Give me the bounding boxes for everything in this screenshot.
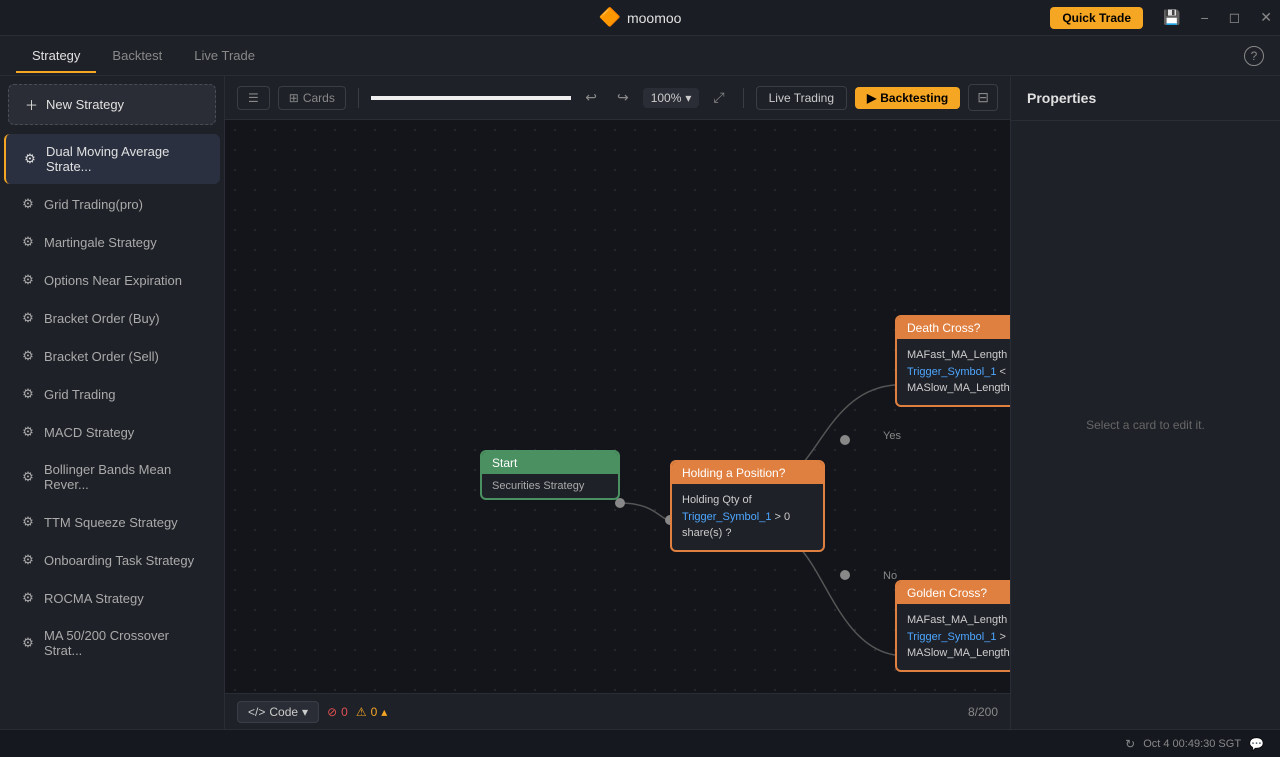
sidebar-item-ttm[interactable]: ⚙ TTM Squeeze Strategy (4, 504, 220, 540)
connections-svg (225, 120, 1010, 693)
new-strategy-button[interactable]: ＋ New Strategy (8, 84, 216, 125)
properties-panel: Properties Select a card to edit it. (1010, 76, 1280, 729)
statusbar: ↻ Oct 4 00:49:30 SGT 💬 (0, 729, 1280, 757)
strategy-icon: ⚙ (20, 635, 36, 651)
strategy-icon: ⚙ (20, 386, 36, 402)
app-logo: 🔶 moomoo (599, 7, 682, 28)
undo-button[interactable]: ↩ (579, 85, 603, 110)
canvas-area: ☰ ⊞ Cards ↩ ↪ 100% ▾ ⤢ Live Trading ▶ Ba… (225, 76, 1010, 729)
layout-view-button[interactable]: ☰ (237, 86, 270, 110)
start-node-body: Securities Strategy (482, 474, 618, 498)
no-label-bottom: No (883, 570, 897, 582)
logo-icon: 🔶 (599, 7, 621, 28)
chat-icon: 💬 (1249, 737, 1264, 751)
sidebar-item-onboarding[interactable]: ⚙ Onboarding Task Strategy (4, 542, 220, 578)
sidebar-item-bracket-sell[interactable]: ⚙ Bracket Order (Sell) (4, 338, 220, 374)
cards-view-button[interactable]: ⊞ Cards (278, 86, 346, 110)
golden-cross-header: Golden Cross? (897, 582, 1010, 604)
bottom-bar: </> Code ▾ ⊘ 0 ⚠ 0 ▴ 8/200 (225, 693, 1010, 729)
backtesting-button[interactable]: ▶ Backtesting (855, 87, 960, 109)
warning-icon: ⚠ (356, 705, 367, 719)
live-trading-button[interactable]: Live Trading (756, 86, 847, 110)
sidebar-item-martingale[interactable]: ⚙ Martingale Strategy (4, 224, 220, 260)
toolbar-separator-1 (358, 88, 359, 108)
sidebar: ＋ New Strategy ⚙ Dual Moving Average Str… (0, 76, 225, 729)
strategy-icon: ⚙ (22, 151, 38, 167)
strategy-icon: ⚙ (20, 552, 36, 568)
strategy-icon: ⚙ (20, 272, 36, 288)
golden-cross-node[interactable]: Golden Cross? MAFast_MA_Length (1D) of T… (895, 580, 1010, 672)
grid-view-button[interactable]: ⊟ (968, 84, 998, 111)
cards-icon: ⊞ (289, 91, 299, 105)
chevron-down-icon: ▾ (685, 91, 691, 105)
code-icon: </> (248, 705, 265, 719)
yes-label-top: Yes (883, 430, 901, 442)
play-icon: ▶ (867, 91, 876, 105)
death-cross-header: Death Cross? (897, 317, 1010, 339)
plus-icon: ＋ (25, 95, 38, 114)
fullscreen-button[interactable]: ⤢ (707, 85, 730, 110)
strategy-icon: ⚙ (20, 514, 36, 530)
strategy-icon: ⚙ (20, 234, 36, 250)
death-cross-node[interactable]: Death Cross? MAFast_MA_Length (1D) of Tr… (895, 315, 1010, 407)
restore-button[interactable]: ◻ (1221, 5, 1249, 30)
code-button[interactable]: </> Code ▾ (237, 701, 319, 723)
tab-backtest[interactable]: Backtest (96, 40, 178, 73)
start-node[interactable]: Start Securities Strategy (480, 450, 620, 500)
strategy-icon: ⚙ (20, 469, 36, 485)
holding-node-body: Holding Qty of Trigger_Symbol_1 > 0 shar… (672, 484, 823, 550)
holding-node-header: Holding a Position? (672, 462, 823, 484)
error-icon: ⊘ (327, 705, 337, 719)
sidebar-item-bollinger[interactable]: ⚙ Bollinger Bands Mean Rever... (4, 452, 220, 502)
sidebar-item-grid-pro[interactable]: ⚙ Grid Trading(pro) (4, 186, 220, 222)
share-icon-button[interactable]: 💾 (1155, 5, 1188, 30)
tab-strategy[interactable]: Strategy (16, 40, 96, 73)
quick-trade-button[interactable]: Quick Trade (1050, 7, 1143, 29)
canvas-toolbar: ☰ ⊞ Cards ↩ ↪ 100% ▾ ⤢ Live Trading ▶ Ba… (225, 76, 1010, 120)
help-button[interactable]: ? (1244, 46, 1264, 66)
titlebar: 🔶 moomoo Quick Trade 💾 − ◻ ✕ (0, 0, 1280, 36)
page-count: 8/200 (968, 705, 998, 719)
properties-title: Properties (1011, 76, 1280, 121)
strategy-icon: ⚙ (20, 424, 36, 440)
sidebar-item-options-near[interactable]: ⚙ Options Near Expiration (4, 262, 220, 298)
sidebar-item-ma50[interactable]: ⚙ MA 50/200 Crossover Strat... (4, 618, 220, 668)
strategy-icon: ⚙ (20, 348, 36, 364)
minimize-button[interactable]: − (1192, 6, 1216, 30)
strategy-icon: ⚙ (20, 196, 36, 212)
golden-cross-body: MAFast_MA_Length (1D) of Trigger_Symbol_… (897, 604, 1010, 670)
tabbar: Strategy Backtest Live Trade ? (0, 36, 1280, 76)
titlebar-actions: Quick Trade 💾 − ◻ ✕ (1050, 0, 1280, 35)
start-node-header: Start (482, 452, 618, 474)
toolbar-separator-2 (743, 88, 744, 108)
status-datetime: Oct 4 00:49:30 SGT (1143, 738, 1241, 750)
main-layout: ＋ New Strategy ⚙ Dual Moving Average Str… (0, 76, 1280, 729)
sidebar-item-dual-moving[interactable]: ⚙ Dual Moving Average Strate... (4, 134, 220, 184)
strategy-icon: ⚙ (20, 310, 36, 326)
sidebar-item-macd[interactable]: ⚙ MACD Strategy (4, 414, 220, 450)
properties-empty-state: Select a card to edit it. (1011, 121, 1280, 729)
zoom-control[interactable]: 100% ▾ (643, 88, 700, 108)
sidebar-item-rocma[interactable]: ⚙ ROCMA Strategy (4, 580, 220, 616)
expand-icon: ▴ (381, 705, 387, 719)
sidebar-item-grid-trading[interactable]: ⚙ Grid Trading (4, 376, 220, 412)
flow-canvas[interactable]: Yes No Yes Yes Start Securities Strategy… (225, 120, 1010, 693)
tab-live-trade[interactable]: Live Trade (178, 40, 271, 73)
holding-node[interactable]: Holding a Position? Holding Qty of Trigg… (670, 460, 825, 552)
sidebar-item-bracket-buy[interactable]: ⚙ Bracket Order (Buy) (4, 300, 220, 336)
layout-icon: ☰ (248, 91, 259, 105)
strategy-icon: ⚙ (20, 590, 36, 606)
error-badge: ⊘ 0 (327, 705, 348, 719)
death-cross-body: MAFast_MA_Length (1D) of Trigger_Symbol_… (897, 339, 1010, 405)
redo-button[interactable]: ↪ (611, 85, 635, 110)
chevron-down-icon: ▾ (302, 705, 308, 719)
refresh-icon: ↻ (1125, 737, 1135, 751)
close-button[interactable]: ✕ (1252, 5, 1280, 30)
spacer (371, 96, 571, 100)
warning-badge: ⚠ 0 ▴ (356, 705, 387, 719)
app-name: moomoo (627, 10, 681, 26)
